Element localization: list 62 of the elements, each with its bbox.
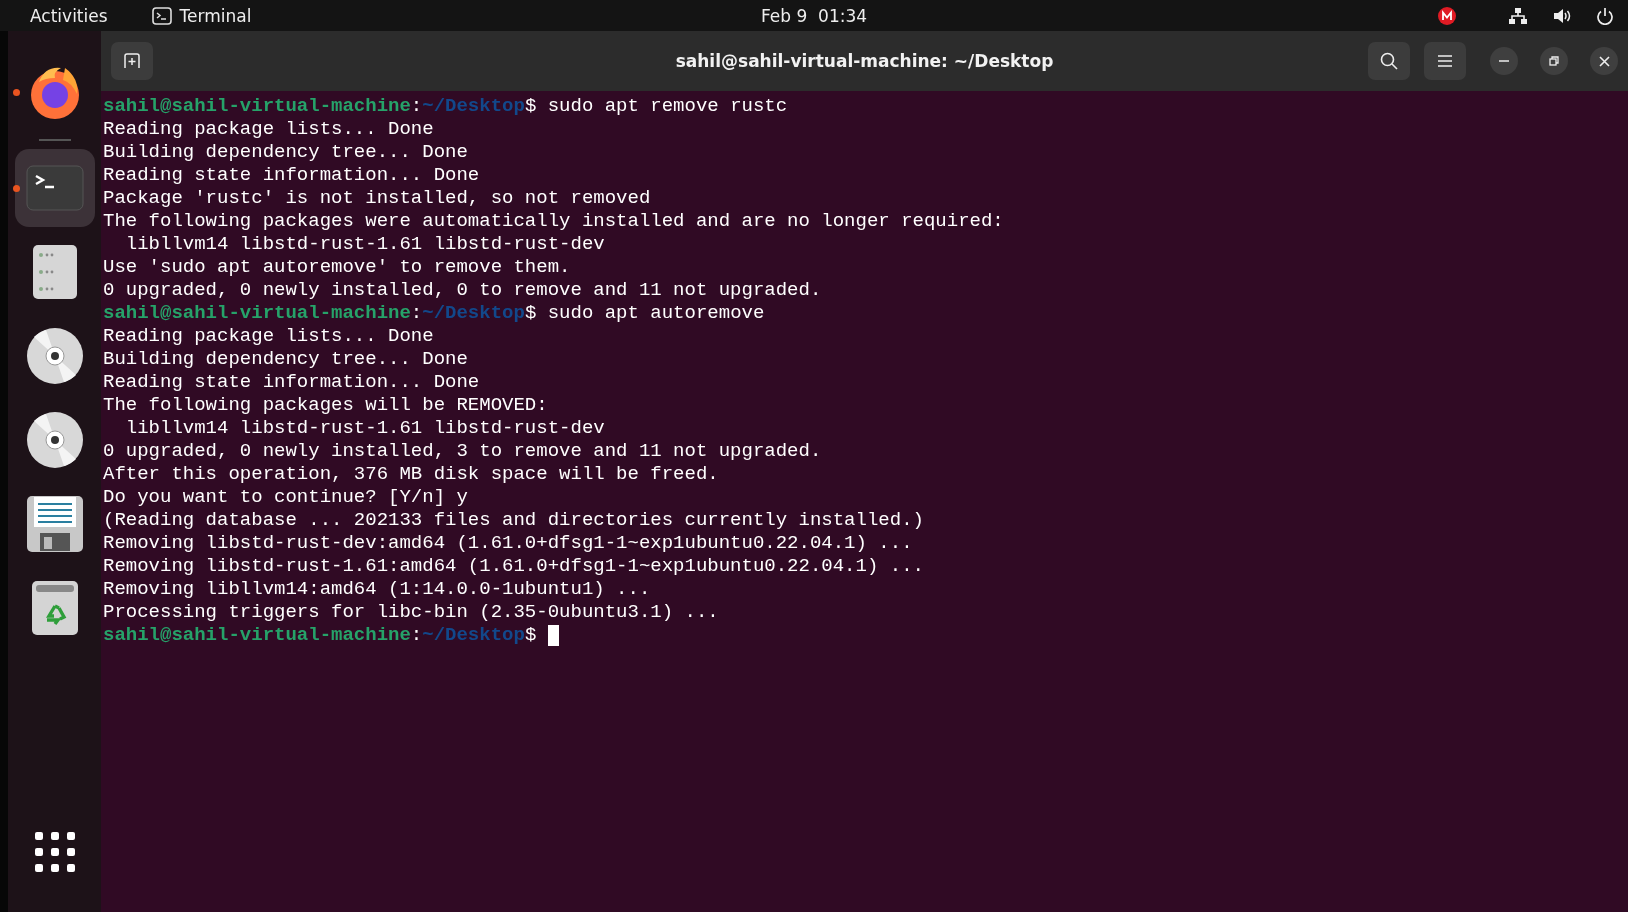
power-icon[interactable] — [1596, 6, 1614, 25]
close-button[interactable] — [1590, 47, 1618, 75]
prompt-user: sahil@sahil-virtual-machine — [103, 624, 411, 647]
disc-icon — [25, 411, 84, 469]
prompt-path: ~/Desktop — [422, 624, 525, 647]
minimize-icon — [1499, 60, 1509, 62]
output-line: Reading package lists... Done — [103, 118, 434, 141]
output-line: Package 'rustc' is not installed, so not removed — [103, 187, 651, 210]
new-tab-icon — [123, 53, 141, 69]
output-line: Removing libstd-rust-dev:amd64 (1.61.0+dfsg1-1~exp1ubuntu0.22.04.1) ... — [103, 532, 913, 555]
window-title: sahil@sahil-virtual-machine: ~/Desktop — [675, 51, 1054, 71]
output-line: Building dependency tree... Done — [103, 348, 468, 371]
minimize-button[interactable] — [1490, 47, 1518, 75]
output-line: Do you want to continue? [Y/n] y — [103, 486, 468, 509]
show-apps-icon[interactable] — [34, 832, 75, 872]
cabinet-icon — [31, 244, 78, 300]
prompt-symbol: $ — [524, 302, 537, 325]
network-icon[interactable] — [1508, 6, 1528, 25]
mail-indicator-icon[interactable] — [1438, 6, 1456, 25]
new-tab-button[interactable] — [111, 42, 153, 80]
prompt-colon: : — [410, 624, 423, 647]
prompt-symbol: $ — [524, 624, 537, 647]
prompt-user: sahil@sahil-virtual-machine — [103, 95, 411, 118]
menu-button[interactable] — [1424, 42, 1466, 80]
volume-icon[interactable] — [1552, 6, 1572, 25]
output-line: Processing triggers for libc-bin (2.35-0ubuntu3.1) ... — [103, 601, 719, 624]
app-menu-label[interactable]: Terminal — [179, 5, 252, 26]
output-line: Use 'sudo apt autoremove' to remove them. — [103, 256, 571, 279]
prompt-symbol: $ — [524, 95, 537, 118]
output-line: Removing libstd-rust-1.61:amd64 (1.61.0+dfsg1-1~exp1ubuntu0.22.04.1) ... — [103, 555, 924, 578]
recycle-bin-icon — [30, 580, 79, 636]
prompt-path: ~/Desktop — [422, 95, 525, 118]
activities-button[interactable]: Activities — [30, 5, 108, 26]
disc-icon — [25, 327, 84, 385]
output-line: After this operation, 376 MB disk space will be freed. — [103, 463, 719, 486]
output-line: libllvm14 libstd-rust-1.61 libstd-rust-dev — [124, 417, 605, 440]
output-line: 0 upgraded, 0 newly installed, 3 to remove and 11 not upgraded. — [103, 440, 822, 463]
menu-icon — [1437, 54, 1453, 68]
output-line: Building dependency tree... Done — [103, 141, 468, 164]
output-line: The following packages were automatically installed and are no longer required: — [103, 210, 1004, 233]
prompt-colon: : — [410, 302, 423, 325]
close-icon — [1598, 55, 1610, 67]
terminal-icon — [25, 165, 84, 211]
prompt-user: sahil@sahil-virtual-machine — [103, 302, 411, 325]
output-line: libllvm14 libstd-rust-1.61 libstd-rust-dev — [124, 233, 605, 256]
prompt-path: ~/Desktop — [422, 302, 525, 325]
search-button[interactable] — [1368, 42, 1410, 80]
prompt-colon: : — [410, 95, 423, 118]
search-icon — [1380, 52, 1398, 70]
restore-icon — [1549, 56, 1559, 66]
output-line: Removing libllvm14:amd64 (1:14.0.0-1ubuntu1) ... — [103, 578, 651, 601]
restore-button[interactable] — [1540, 47, 1568, 75]
output-line: Reading state information... Done — [103, 371, 480, 394]
output-line: Reading package lists... Done — [103, 325, 434, 348]
output-line: Reading state information... Done — [103, 164, 480, 187]
output-line: (Reading database ... 202133 files and directories currently installed.) — [103, 509, 924, 532]
clock[interactable]: Feb 9 01:34 — [760, 5, 868, 26]
command-text: sudo apt remove rustc — [546, 95, 788, 118]
output-line: 0 upgraded, 0 newly installed, 0 to remove and 11 not upgraded. — [103, 279, 822, 302]
output-line: The following packages will be REMOVED: — [103, 394, 548, 417]
terminal-icon — [151, 6, 172, 25]
command-text: sudo apt autoremove — [546, 302, 765, 325]
